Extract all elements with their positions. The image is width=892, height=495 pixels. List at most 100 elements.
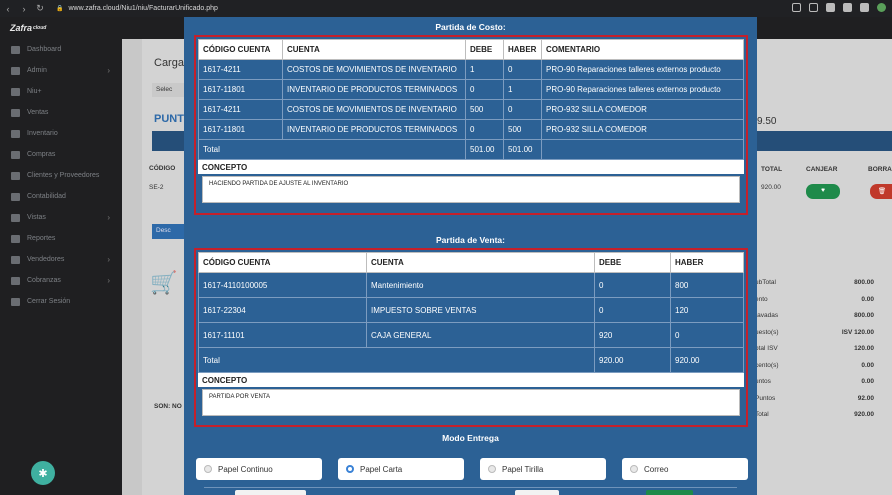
browser-toolbar: ‹ › ↻ 🔒 www.zafra.cloud/Niu1/niu/Factura… bbox=[0, 0, 892, 17]
lightbulb-icon[interactable]: ✱ bbox=[31, 461, 55, 485]
bg-amount-950: 9.50 bbox=[757, 116, 777, 127]
sidebar-item-label: Vistas bbox=[27, 214, 46, 221]
inventory-icon bbox=[11, 129, 20, 138]
sidebar-item-vendedores[interactable]: Vendedores › bbox=[0, 249, 122, 270]
costo-table-row: 1617-11801 INVENTARIO DE PRODUCTOS TERMIN… bbox=[198, 79, 744, 100]
venta-header-row: CÓDIGO CUENTA CUENTA DEBE HABER bbox=[198, 252, 744, 273]
radio-unselected-icon[interactable] bbox=[204, 465, 212, 473]
bg-desc-button[interactable]: Desc bbox=[152, 224, 184, 239]
canjear-button[interactable]: ♥ bbox=[806, 184, 840, 199]
box-icon bbox=[11, 87, 20, 96]
venta-concepto-textarea[interactable]: PARTIDA POR VENTA bbox=[202, 389, 740, 416]
back-icon[interactable]: ‹ bbox=[0, 4, 16, 14]
report-icon bbox=[11, 234, 20, 243]
radio-unselected-icon[interactable] bbox=[630, 465, 638, 473]
forward-icon[interactable]: › bbox=[16, 4, 32, 14]
costo-total-row: Total 501.00 501.00 bbox=[198, 139, 744, 160]
address-url: www.zafra.cloud/Niu1/niu/FacturarUnifica… bbox=[68, 5, 218, 12]
radio-unselected-icon[interactable] bbox=[488, 465, 496, 473]
profile-icon[interactable] bbox=[877, 3, 886, 12]
costo-cell-debe: 0 bbox=[465, 79, 504, 100]
venta-cell-codigo: 1617-22304 bbox=[198, 297, 367, 323]
venta-section: CÓDIGO CUENTA CUENTA DEBE HABER 1617-411… bbox=[194, 248, 748, 427]
sidebar-item-label: Niu+ bbox=[27, 88, 42, 95]
radio-correo[interactable]: Correo bbox=[622, 458, 748, 480]
delete-icon[interactable]: 🗑 bbox=[870, 184, 892, 199]
venta-table: CÓDIGO CUENTA CUENTA DEBE HABER 1617-411… bbox=[198, 252, 744, 373]
radio-label: Correo bbox=[644, 464, 669, 474]
cart-icon bbox=[11, 150, 20, 159]
venta-cell-codigo: 1617-4110100005 bbox=[198, 272, 367, 298]
extensions-bar bbox=[792, 3, 886, 12]
sidebar-item-label: Inventario bbox=[27, 130, 58, 137]
tag-icon[interactable] bbox=[843, 3, 852, 12]
puzzle-icon[interactable] bbox=[860, 3, 869, 12]
edit-icon bbox=[11, 276, 20, 285]
modo-entrega-options: Papel Continuo Papel Carta Papel Tirilla Co… bbox=[196, 458, 748, 480]
graduation-icon[interactable] bbox=[826, 3, 835, 12]
footer-button-1[interactable] bbox=[235, 490, 306, 495]
bg-summary-value: 0.00 bbox=[861, 361, 874, 369]
venta-cell-debe: 0 bbox=[594, 297, 671, 323]
sidebar-item-cobranzas[interactable]: Cobranzas › bbox=[0, 270, 122, 291]
venta-cell-cuenta: Mantenimiento bbox=[366, 272, 595, 298]
footer-button-2[interactable] bbox=[515, 490, 559, 495]
brand-name: Zafra bbox=[10, 23, 33, 33]
bg-summary-label: Total bbox=[755, 411, 769, 418]
costo-total-debe: 501.00 bbox=[465, 139, 504, 160]
costo-cell-debe: 0 bbox=[465, 119, 504, 140]
extension-icon[interactable] bbox=[792, 3, 801, 12]
radio-papel-continuo[interactable]: Papel Continuo bbox=[196, 458, 322, 480]
sidebar-item-admin[interactable]: Admin › bbox=[0, 60, 122, 81]
bg-summary-label: otal ISV bbox=[755, 345, 778, 352]
sidebar-item-cerrar-sesi-n[interactable]: Cerrar Sesión bbox=[0, 291, 122, 312]
sidebar-item-label: Cerrar Sesión bbox=[27, 298, 71, 305]
venta-table-body: 1617-4110100005 Mantenimiento 0 800 1617-223… bbox=[198, 272, 744, 348]
costo-cell-cuenta: COSTOS DE MOVIMIENTOS DE INVENTARIO bbox=[282, 59, 466, 80]
venta-total-debe: 920.00 bbox=[594, 347, 671, 373]
sidebar-item-compras[interactable]: Compras bbox=[0, 144, 122, 165]
footer-button-3[interactable] bbox=[646, 490, 693, 495]
venta-cell-cuenta: CAJA GENERAL bbox=[366, 322, 595, 348]
database-icon bbox=[11, 192, 20, 201]
sidebar-item-clientes-y-proveedores[interactable]: Clientes y Proveedores bbox=[0, 165, 122, 186]
chevron-right-icon: › bbox=[107, 255, 110, 264]
bg-total-header: TOTAL bbox=[761, 166, 783, 173]
venta-cell-cuenta: IMPUESTO SOBRE VENTAS bbox=[366, 297, 595, 323]
bg-row-total: 920.00 bbox=[761, 184, 781, 191]
sidebar-item-dashboard[interactable]: Dashboard bbox=[0, 39, 122, 60]
radio-papel-tirilla[interactable]: Papel Tirilla bbox=[480, 458, 606, 480]
edit-icon bbox=[11, 213, 20, 222]
sidebar-item-inventario[interactable]: Inventario bbox=[0, 123, 122, 144]
bg-summary-label: untos bbox=[755, 378, 771, 385]
bg-borrar-header: BORRA bbox=[868, 166, 892, 173]
sidebar-item-reportes[interactable]: Reportes bbox=[0, 228, 122, 249]
venta-cell-codigo: 1617-11101 bbox=[198, 322, 367, 348]
chevron-right-icon: › bbox=[107, 276, 110, 285]
modo-entrega-title: Modo Entrega bbox=[442, 433, 499, 443]
brand-logo[interactable]: Zafra cloud bbox=[0, 17, 122, 39]
costo-col-debe: DEBE bbox=[465, 39, 504, 60]
sidebar-item-ventas[interactable]: Ventas bbox=[0, 102, 122, 123]
screenshot-icon[interactable] bbox=[809, 3, 818, 12]
modal-divider bbox=[204, 487, 737, 488]
reload-icon[interactable]: ↻ bbox=[32, 3, 48, 14]
sidebar-item-label: Admin bbox=[27, 67, 47, 74]
costo-table-body: 1617-4211 COSTOS DE MOVIMIENTOS DE INVENT… bbox=[198, 59, 744, 140]
sidebar-item-vistas[interactable]: Vistas › bbox=[0, 207, 122, 228]
sidebar-item-contabilidad[interactable]: Contabilidad bbox=[0, 186, 122, 207]
bg-summary-value: 120.00 bbox=[854, 345, 874, 352]
venta-total-row: Total 920.00 920.00 bbox=[198, 347, 744, 373]
radio-selected-icon[interactable] bbox=[346, 465, 354, 473]
costo-concepto-textarea[interactable]: HACIENDO PARTIDA DE AJUSTE AL INVENTARIO bbox=[202, 176, 740, 203]
sidebar-item-niu[interactable]: Niu+ bbox=[0, 81, 122, 102]
bg-summary-label: cento(s) bbox=[755, 361, 779, 369]
address-bar[interactable]: 🔒 www.zafra.cloud/Niu1/niu/FacturarUnifi… bbox=[56, 2, 218, 15]
bg-summary-value: 800.00 bbox=[854, 312, 874, 319]
costo-cell-comentario: PRO-90 Reparaciones talleres externos pr… bbox=[541, 59, 744, 80]
logout-icon bbox=[11, 297, 20, 306]
radio-papel-carta[interactable]: Papel Carta bbox=[338, 458, 464, 480]
sidebar-item-label: Clientes y Proveedores bbox=[27, 172, 100, 179]
sidebar-item-label: Dashboard bbox=[27, 46, 62, 53]
lock-icon: 🔒 bbox=[56, 6, 64, 12]
